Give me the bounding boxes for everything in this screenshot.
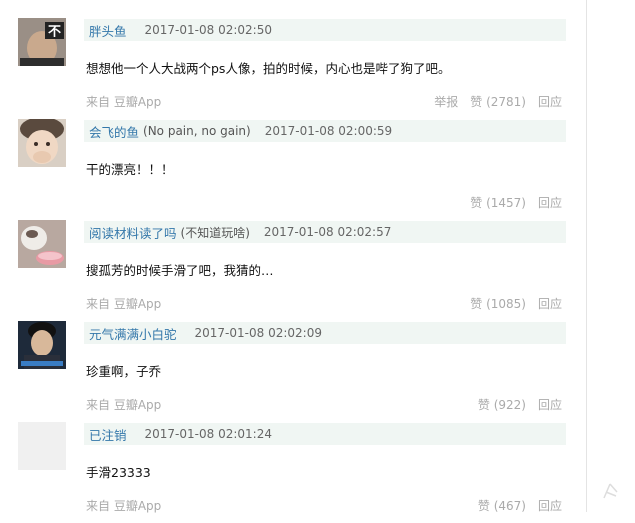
author-link[interactable]: 元气满满小白驼	[89, 324, 177, 343]
comment-footer: 来自 豆瓣App 赞 (467) 回应	[86, 497, 562, 513]
avatar-image	[18, 119, 66, 167]
source-label: 来自 豆瓣App	[86, 297, 162, 311]
comment-header: 元气满满小白驼 2017-01-08 02:02:09	[84, 322, 566, 344]
avatar-image	[18, 321, 66, 369]
comment-content: 想想他一个人大战两个ps人像，拍的时候，内心也是哔了狗了吧。	[86, 61, 451, 76]
source-label: 来自 豆瓣App	[86, 95, 162, 109]
reply-button[interactable]: 回应	[538, 93, 562, 110]
avatar-image: 不	[18, 18, 66, 66]
comment-header: 胖头鱼 2017-01-08 02:02:50	[84, 19, 566, 41]
author-link[interactable]: 阅读材料读了吗	[89, 223, 177, 242]
comment-time: 2017-01-08 02:00:59	[264, 124, 393, 138]
avatar[interactable]	[18, 422, 66, 470]
page-divider	[586, 0, 587, 512]
avatar-text: 不	[48, 25, 61, 40]
reply-button[interactable]: 回应	[538, 497, 562, 514]
comment-footer: 来自 豆瓣App 赞 (1085) 回应	[86, 295, 562, 311]
avatar[interactable]	[18, 119, 66, 167]
source-label: 来自 豆瓣App	[86, 499, 162, 513]
like-button[interactable]: 赞 (2781)	[470, 93, 526, 110]
comment-header: 会飞的鱼 (No pain, no gain) 2017-01-08 02:00…	[84, 120, 566, 142]
comment-actions: 赞 (1457) 回应	[470, 194, 562, 211]
comment-header: 阅读材料读了吗 (不知道玩啥) 2017-01-08 02:02:57	[84, 221, 566, 243]
avatar-image	[18, 220, 66, 268]
comment-actions: 赞 (467) 回应	[478, 497, 562, 514]
reply-button[interactable]: 回应	[538, 295, 562, 312]
comment-actions: 举报 赞 (2781) 回应	[434, 93, 562, 110]
comment-content: 干的漂亮！！！	[86, 162, 174, 177]
source-label: 来自 豆瓣App	[86, 398, 162, 412]
comment-content: 珍重啊，子乔	[86, 364, 162, 379]
author-link[interactable]: 已注销	[89, 425, 127, 444]
comment-time: 2017-01-08 02:01:24	[144, 427, 272, 441]
like-button[interactable]: 赞 (1457)	[470, 194, 526, 211]
like-button[interactable]: 赞 (1085)	[470, 295, 526, 312]
author-link[interactable]: 会飞的鱼	[89, 122, 139, 141]
comment-content: 搜孤芳的时候手滑了吧，我猜的…	[86, 263, 274, 278]
avatar[interactable]	[18, 220, 66, 268]
reply-button[interactable]: 回应	[538, 396, 562, 413]
comment-item: 已注销 2017-01-08 02:01:24 手滑23333 来自 豆瓣App…	[0, 422, 580, 523]
like-button[interactable]: 赞 (922)	[478, 396, 526, 413]
author-link[interactable]: 胖头鱼	[89, 21, 127, 40]
comment-item: 阅读材料读了吗 (不知道玩啥) 2017-01-08 02:02:57 搜孤芳的…	[0, 220, 580, 321]
comment-footer: 来自 豆瓣App 举报 赞 (2781) 回应	[86, 93, 562, 109]
like-button[interactable]: 赞 (467)	[478, 497, 526, 514]
comment-item: 不 胖头鱼 2017-01-08 02:02:50 想想他一个人大战两个ps人像…	[0, 18, 580, 119]
avatar[interactable]	[18, 321, 66, 369]
comment-footer: 来自 豆瓣App 赞 (922) 回应	[86, 396, 562, 412]
comment-item: 会飞的鱼 (No pain, no gain) 2017-01-08 02:00…	[0, 119, 580, 220]
comment-time: 2017-01-08 02:02:50	[144, 23, 272, 37]
comment-time: 2017-01-08 02:02:57	[263, 225, 392, 239]
comment-actions: 赞 (922) 回应	[478, 396, 562, 413]
author-nickname: (No pain, no gain)	[143, 124, 251, 138]
comment-item: 元气满满小白驼 2017-01-08 02:02:09 珍重啊，子乔 来自 豆瓣…	[0, 321, 580, 422]
watermark-icon	[603, 483, 618, 499]
comment-actions: 赞 (1085) 回应	[470, 295, 562, 312]
report-link[interactable]: 举报	[434, 93, 458, 110]
comment-content: 手滑23333	[86, 465, 151, 480]
avatar[interactable]: 不	[18, 18, 66, 66]
author-nickname: (不知道玩啥)	[180, 225, 250, 240]
comment-header: 已注销 2017-01-08 02:01:24	[84, 423, 566, 445]
comment-time: 2017-01-08 02:02:09	[194, 326, 322, 340]
comment-footer: 赞 (1457) 回应	[86, 194, 562, 210]
reply-button[interactable]: 回应	[538, 194, 562, 211]
